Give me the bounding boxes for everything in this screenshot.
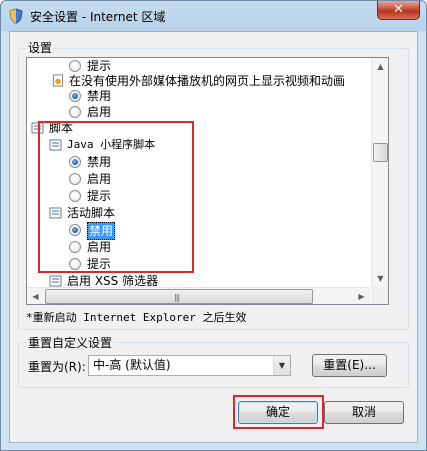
window-title: 安全设置 - Internet 区域 bbox=[30, 10, 166, 24]
security-level-value: 中-高 (默认值) bbox=[93, 358, 171, 372]
radio-checked-icon[interactable] bbox=[69, 90, 81, 102]
reset-group-label: 重置自定义设置 bbox=[26, 334, 115, 351]
settings-group-label: 设置 bbox=[26, 39, 55, 56]
scrollbar-corner bbox=[371, 287, 388, 304]
tree-item-label: 在没有使用外部媒体播放机的网页上显示视频和动画 bbox=[69, 74, 346, 88]
cancel-button[interactable]: 取消 bbox=[324, 401, 404, 424]
scroll-up-icon[interactable]: ▲ bbox=[372, 58, 389, 75]
vertical-scrollbar[interactable]: ▲ ▼ bbox=[371, 58, 388, 287]
close-icon: ✕ bbox=[393, 2, 404, 17]
radio-unchecked-icon[interactable] bbox=[69, 60, 81, 72]
script-highlight-box bbox=[38, 121, 194, 273]
horizontal-scroll-thumb[interactable]: ||| bbox=[45, 289, 313, 304]
security-level-select[interactable]: 中-高 (默认值) ▼ bbox=[88, 355, 291, 376]
title-bar[interactable]: 安全设置 - Internet 区域 ✕ bbox=[1, 1, 426, 31]
reset-to-label: 重置为(R): bbox=[28, 360, 86, 374]
ok-highlight-box bbox=[233, 395, 324, 429]
radio-unchecked-icon[interactable] bbox=[69, 106, 81, 118]
tree-item-label: 禁用 bbox=[87, 89, 112, 103]
scroll-down-icon[interactable]: ▼ bbox=[372, 270, 389, 287]
scroll-right-icon[interactable]: ▶ bbox=[353, 288, 370, 305]
settings-folder-icon bbox=[49, 275, 62, 287]
tree-item-label: 启用 XSS 筛选器 bbox=[67, 274, 159, 287]
vertical-scroll-thumb[interactable] bbox=[373, 143, 388, 162]
reset-button[interactable]: 重置(E)... bbox=[312, 354, 387, 377]
tree-item-label: 提示 bbox=[87, 59, 112, 73]
chevron-down-icon: ▼ bbox=[273, 356, 290, 375]
scroll-left-icon[interactable]: ◀ bbox=[27, 288, 44, 305]
horizontal-scrollbar[interactable]: ◀ ||| ▶ bbox=[27, 287, 370, 304]
restart-note: *重新启动 Internet Explorer 之后生效 bbox=[26, 311, 247, 324]
shield-icon bbox=[9, 8, 23, 24]
close-button[interactable]: ✕ bbox=[377, 1, 420, 20]
tree-item-label: 启用 bbox=[87, 105, 112, 119]
grip-icon: ||| bbox=[174, 293, 180, 302]
document-settings-icon bbox=[52, 74, 64, 87]
